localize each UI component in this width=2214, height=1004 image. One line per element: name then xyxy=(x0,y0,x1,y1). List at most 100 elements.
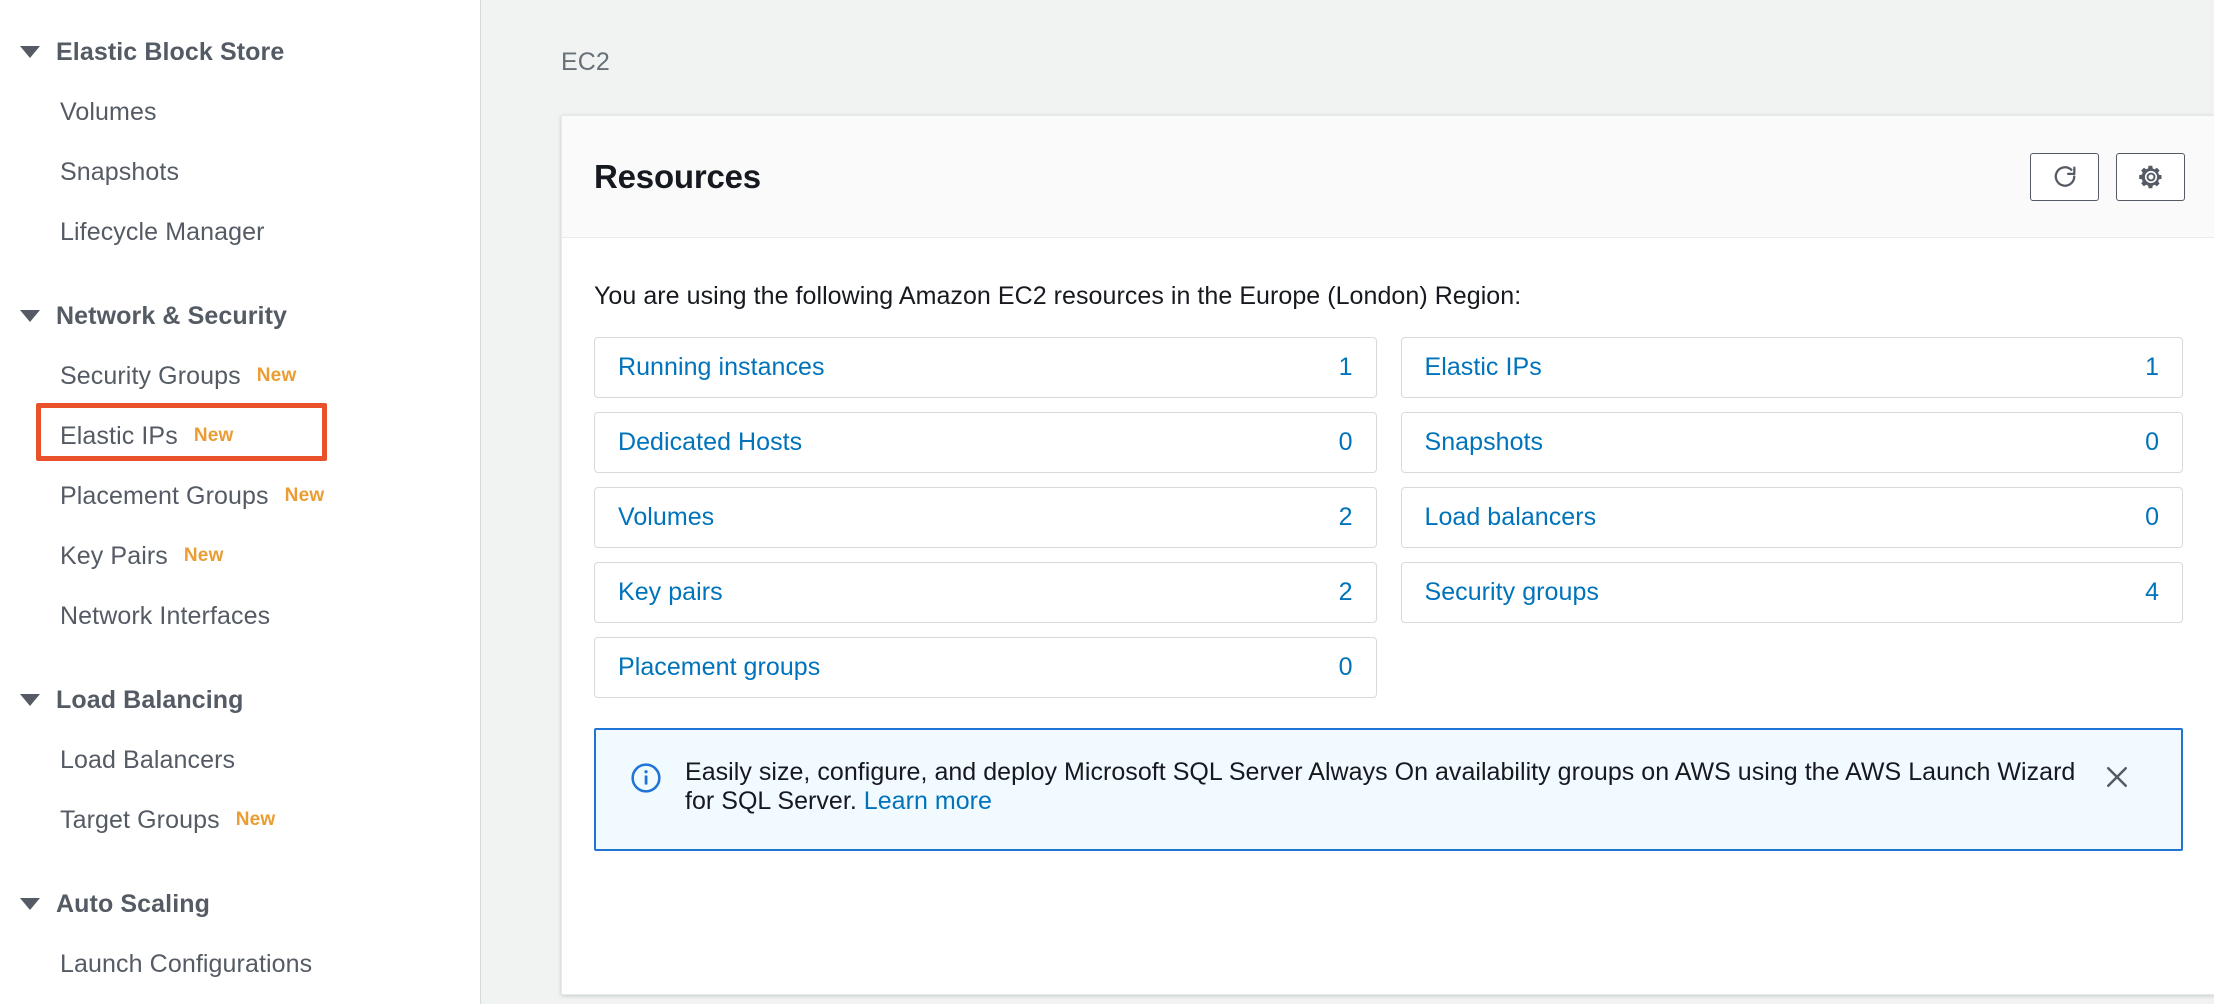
sidebar-item-target-groups[interactable]: Target Groups New xyxy=(0,790,480,850)
caret-down-icon xyxy=(20,898,40,910)
resources-panel: Resources You are using the following Am… xyxy=(561,115,2214,995)
nav-group-title: Load Balancing xyxy=(56,685,244,714)
grid-cell: Volumes 2 xyxy=(594,487,1377,548)
caret-down-icon xyxy=(20,310,40,322)
grid-cell: Placement groups 0 xyxy=(594,637,1377,698)
resource-count: 4 xyxy=(2145,578,2159,606)
nav-group-elastic-block-store: Elastic Block Store Volumes Snapshots Li… xyxy=(0,22,480,262)
resource-card-running-instances[interactable]: Running instances 1 xyxy=(594,337,1377,398)
resource-count: 2 xyxy=(1338,503,1353,531)
banner-message: Easily size, configure, and deploy Micro… xyxy=(685,758,2080,816)
new-badge: New xyxy=(183,545,224,566)
resource-label: Key pairs xyxy=(618,578,723,606)
resource-card-placement-groups[interactable]: Placement groups 0 xyxy=(594,637,1377,698)
grid-cell: Security groups 4 xyxy=(1400,562,2183,623)
sidebar-item-label: Elastic IPs xyxy=(60,421,178,450)
resource-label: Security groups xyxy=(1424,578,1599,606)
caret-down-icon xyxy=(20,694,40,706)
sidebar-item-label: Launch Configurations xyxy=(60,949,313,978)
resource-card-volumes[interactable]: Volumes 2 xyxy=(594,487,1377,548)
breadcrumb[interactable]: EC2 xyxy=(561,48,610,77)
resource-label: Volumes xyxy=(618,503,715,531)
sidebar-item-placement-groups[interactable]: Placement Groups New xyxy=(0,466,480,526)
nav-group-header-elastic-block-store[interactable]: Elastic Block Store xyxy=(0,22,480,82)
nav-group-title: Auto Scaling xyxy=(56,889,210,918)
ec2-console: Elastic Block Store Volumes Snapshots Li… xyxy=(0,0,2214,1004)
sidebar-navigation: Elastic Block Store Volumes Snapshots Li… xyxy=(0,0,481,1004)
resource-card-key-pairs[interactable]: Key pairs 2 xyxy=(594,562,1377,623)
resource-card-snapshots[interactable]: Snapshots 0 xyxy=(1400,412,2183,473)
resource-label: Load balancers xyxy=(1424,503,1597,531)
resource-count: 1 xyxy=(2145,353,2159,381)
sidebar-item-label: Key Pairs xyxy=(60,541,168,570)
sidebar-item-launch-configurations[interactable]: Launch Configurations xyxy=(0,934,480,994)
new-badge: New xyxy=(235,809,276,830)
grid-cell: Load balancers 0 xyxy=(1400,487,2183,548)
nav-group-title: Elastic Block Store xyxy=(56,37,285,66)
resource-label: Elastic IPs xyxy=(1424,353,1542,381)
refresh-icon xyxy=(2052,164,2078,190)
grid-cell: Snapshots 0 xyxy=(1400,412,2183,473)
nav-group-header-load-balancing[interactable]: Load Balancing xyxy=(0,670,480,730)
info-icon xyxy=(630,762,662,799)
resource-count: 0 xyxy=(2145,503,2159,531)
sidebar-item-label: Snapshots xyxy=(60,157,180,186)
sidebar-item-label: Security Groups xyxy=(60,361,241,390)
sidebar-item-elastic-ips[interactable]: Elastic IPs New xyxy=(0,406,480,466)
caret-down-icon xyxy=(20,46,40,58)
new-badge: New xyxy=(284,485,325,506)
sidebar-item-label: Placement Groups xyxy=(60,481,269,510)
sidebar-item-label: Load Balancers xyxy=(60,745,236,774)
resource-label: Running instances xyxy=(618,353,825,381)
sidebar-item-lifecycle-manager[interactable]: Lifecycle Manager xyxy=(0,202,480,262)
resource-count: 0 xyxy=(1338,653,1353,681)
sidebar-item-label: Volumes xyxy=(60,97,157,126)
new-badge: New xyxy=(256,365,297,386)
sidebar-item-label: Network Interfaces xyxy=(60,601,271,630)
sidebar-item-label: Lifecycle Manager xyxy=(60,217,265,246)
resources-grid: Running instances 1 Elastic IPs 1 Dedica… xyxy=(594,337,2183,698)
nav-group-header-network-and-security[interactable]: Network & Security xyxy=(0,286,480,346)
learn-more-link[interactable]: Learn more xyxy=(864,787,992,815)
grid-cell: Dedicated Hosts 0 xyxy=(594,412,1377,473)
nav-group-network-and-security: Network & Security Security Groups New E… xyxy=(0,286,480,646)
new-badge: New xyxy=(193,425,234,446)
resource-count: 0 xyxy=(2145,428,2159,456)
nav-group-load-balancing: Load Balancing Load Balancers Target Gro… xyxy=(0,670,480,850)
sql-server-info-banner: Easily size, configure, and deploy Micro… xyxy=(594,728,2183,851)
resources-intro-text: You are using the following Amazon EC2 r… xyxy=(594,282,1522,310)
grid-cell-empty xyxy=(1401,637,2184,698)
panel-actions xyxy=(2030,152,2185,201)
gear-icon xyxy=(2137,163,2165,191)
sidebar-item-security-groups[interactable]: Security Groups New xyxy=(0,346,480,406)
sidebar-item-load-balancers[interactable]: Load Balancers xyxy=(0,730,480,790)
settings-button[interactable] xyxy=(2116,152,2185,201)
sidebar-item-volumes[interactable]: Volumes xyxy=(0,82,480,142)
nav-group-title: Network & Security xyxy=(56,301,288,330)
resources-panel-body: You are using the following Amazon EC2 r… xyxy=(562,238,2214,851)
grid-cell: Key pairs 2 xyxy=(594,562,1377,623)
main-content: EC2 Resources You are using the followin… xyxy=(481,0,2214,1004)
page-title: Resources xyxy=(594,157,761,195)
resource-count: 1 xyxy=(1338,353,1353,381)
resource-count: 2 xyxy=(1338,578,1353,606)
resource-card-elastic-ips[interactable]: Elastic IPs 1 xyxy=(1400,337,2183,398)
refresh-button[interactable] xyxy=(2030,152,2099,201)
sidebar-item-snapshots[interactable]: Snapshots xyxy=(0,142,480,202)
resource-card-load-balancers[interactable]: Load balancers 0 xyxy=(1400,487,2183,548)
resource-card-dedicated-hosts[interactable]: Dedicated Hosts 0 xyxy=(594,412,1377,473)
resource-label: Dedicated Hosts xyxy=(618,428,803,456)
grid-cell: Elastic IPs 1 xyxy=(1400,337,2183,398)
sidebar-item-key-pairs[interactable]: Key Pairs New xyxy=(0,526,480,586)
resource-count: 0 xyxy=(1338,428,1353,456)
resource-label: Snapshots xyxy=(1424,428,1544,456)
resources-panel-header: Resources xyxy=(562,116,2214,238)
close-icon[interactable] xyxy=(2100,760,2134,794)
nav-group-header-auto-scaling[interactable]: Auto Scaling xyxy=(0,874,480,934)
sidebar-item-network-interfaces[interactable]: Network Interfaces xyxy=(0,586,480,646)
resource-card-security-groups[interactable]: Security groups 4 xyxy=(1400,562,2183,623)
nav-group-auto-scaling: Auto Scaling Launch Configurations xyxy=(0,874,480,994)
